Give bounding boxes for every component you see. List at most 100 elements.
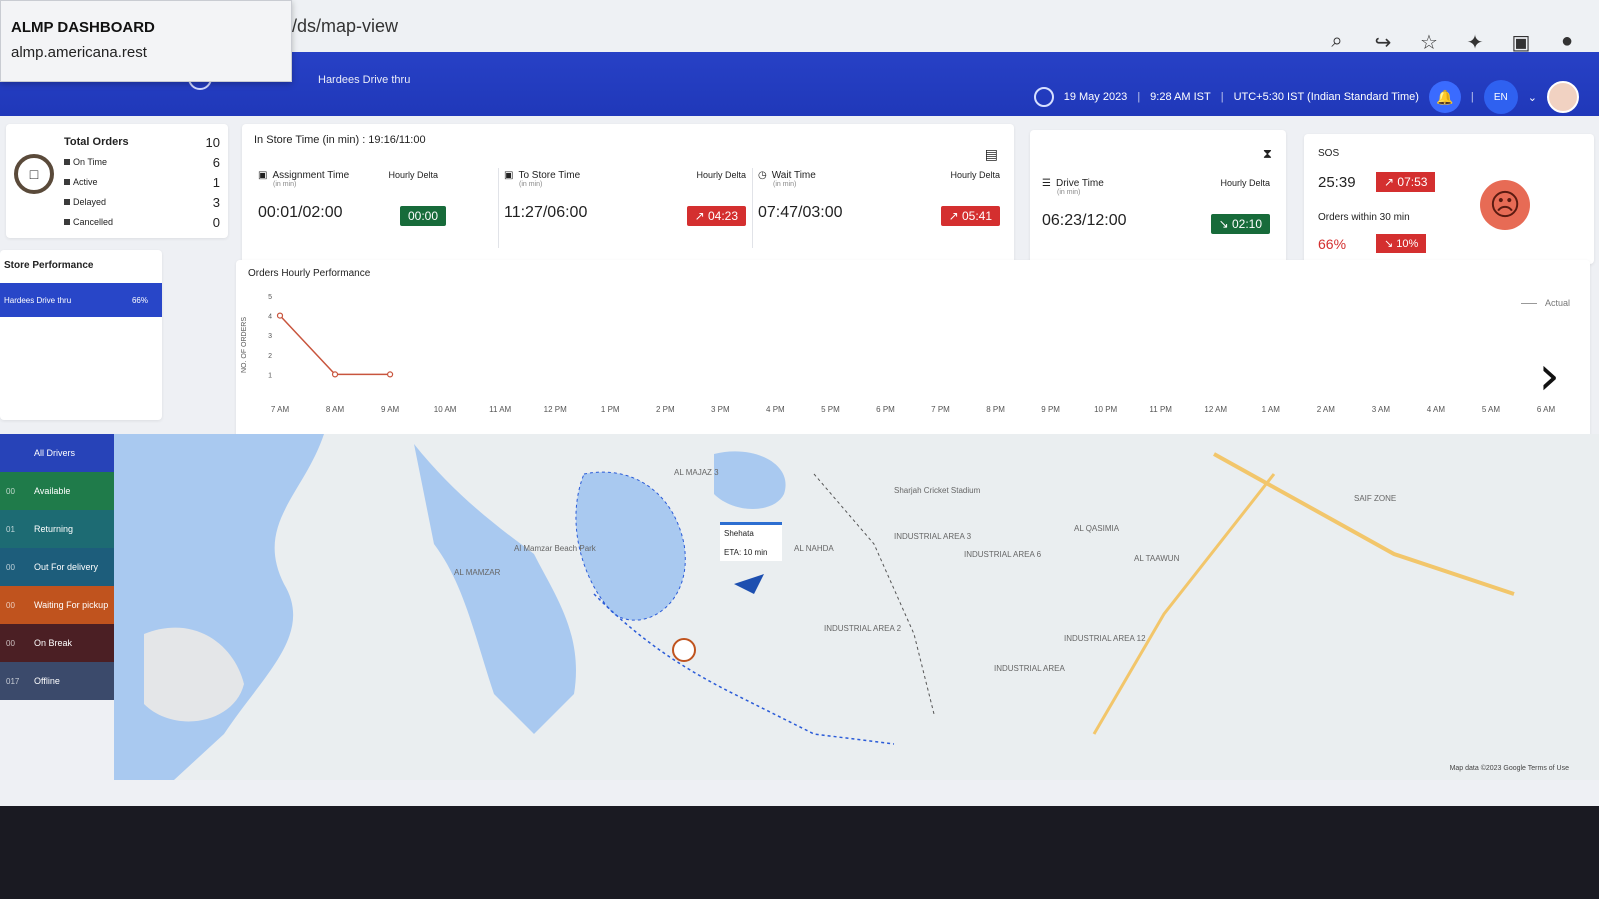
globe-icon [1033,87,1054,107]
driver-eta-callout[interactable]: Shehata ETA: 10 min [720,522,782,561]
orders-row-value: 0 [212,214,220,230]
map-label: AL MAJAZ 3 [674,468,719,477]
store-performance-item[interactable]: Hardees Drive thru 66% [0,283,162,317]
sos-card: SOS 25:39 ↗ 07:53 Orders within 30 min 6… [1304,134,1594,264]
x-tick-label: 5 PM [821,405,840,414]
data-point[interactable] [276,312,284,319]
delivery-map[interactable]: AL MAJAZ 3 INDUSTRIAL AREA 3 INDUSTRIAL … [114,434,1599,780]
orders-row: Active 1 [64,172,220,192]
driver-marker-icon[interactable] [734,574,764,594]
x-tick-label: 8 PM [986,405,1005,414]
callout-eta: ETA: 10 min [724,548,768,557]
driver-filter-label: Returning [34,524,74,534]
header-timezone: UTC+5:30 IST (Indian Standard Time) [1233,91,1419,103]
driver-filter-waiting-for-pickup[interactable]: 00 Waiting For pickup [0,586,114,624]
store-marker-icon[interactable] [672,638,696,662]
x-tick-label: 12 AM [1204,405,1227,414]
orders-row: Delayed 3 [64,192,220,212]
driver-filter-returning[interactable]: 01 Returning [0,510,114,548]
x-tick-label: 11 PM [1149,405,1172,414]
orders-row-value: 3 [212,194,220,210]
store-name: Hardees Drive thru [4,295,72,305]
address-bar[interactable]: /ds/map-view [292,16,398,37]
delta-badge: 00:00 [399,206,446,226]
header-time: 9:28 AM IST [1150,91,1211,103]
x-tick-label: 1 AM [1262,405,1281,414]
driver-filter-offline[interactable]: 017 Offline [0,662,114,700]
map-label: AL TAAWUN [1134,554,1180,563]
assignment-time-metric: ▣ Assignment Time (in min) 00:01/02:00 Ho… [258,170,508,226]
y-axis-label: NO. OF ORDERS [241,317,248,373]
driver-filter-out-for-delivery[interactable]: 00 Out For delivery [0,548,114,586]
orders-total-label: Total Orders [64,136,129,148]
delta-badge: ↗ 05:41 [940,206,1000,226]
driver-count: 017 [6,676,20,686]
hourglass-icon[interactable]: ⧗ [1263,146,1272,162]
tab-tooltip: ALMP DASHBOARD almp.americana.rest [0,0,292,82]
map-attribution[interactable]: Map data ©2023 Google Terms of Use [1450,765,1569,772]
x-tick-label: 7 AM [271,405,290,414]
chevron-down-icon[interactable]: ⌄ [1528,91,1537,104]
orders-row-label: Active [73,177,98,187]
header-right: 19 May 2023 | 9:28 AM IST | UTC+5:30 IST… [1033,80,1579,114]
data-point[interactable] [331,371,339,378]
metric-label: To Store Time [518,170,581,181]
orders-row-value: 6 [212,154,220,170]
driver-count: 01 [6,524,15,534]
wait-time-metric: ◷ Wait Time (in min) 07:47/03:00 Hourly D… [758,170,1008,226]
language-button[interactable]: EN [1483,80,1518,114]
separator: | [1220,91,1224,103]
orders-row-label: Cancelled [73,217,114,227]
driver-filter-label: Waiting For pickup [34,600,109,610]
delta-value: 10% [1396,238,1419,250]
driver-count: 00 [6,486,15,496]
metric-label: Drive Time [1055,178,1104,189]
avatar[interactable] [1547,81,1579,113]
chevron-right-icon[interactable]: › [1538,344,1560,407]
orders-row-value: 1 [212,174,220,190]
x-tick-label: 9 AM [381,405,400,414]
driver-filter-all[interactable]: All Drivers [0,434,114,472]
store-performance-card: Store Performance Hardees Drive thru 66% [0,250,162,420]
drivers-status-list: All Drivers 00 Available 01 Returning 00 Ou… [0,434,114,702]
calendar-icon[interactable]: ▤ [985,146,998,163]
metric-label: Assignment Time [272,170,350,181]
callout-driver-name: Shehata [724,529,754,538]
map-label: AL QASIMIA [1074,524,1120,533]
data-point[interactable] [386,371,394,378]
x-tick-label: 11 AM [489,405,511,414]
store-selector[interactable]: Hardees Drive thru [318,74,410,86]
x-tick-label: 10 PM [1094,405,1117,414]
metric-unit: (in min) [773,181,797,188]
orders-total-value: 10 [205,134,220,150]
hourly-delta-label: Hourly Delta [1220,178,1270,188]
map-label: INDUSTRIAL AREA [994,664,1065,673]
car-icon: ☰ [1042,178,1051,189]
driver-filter-available[interactable]: 00 Available [0,472,114,510]
clipboard-icon: ▣ [258,170,268,181]
screen-bezel [0,806,1599,899]
x-tick-label: 12 PM [544,405,567,414]
store-icon: ▣ [504,170,514,181]
sos-time: 25:39 [1318,174,1356,191]
map-svg [114,434,1515,780]
map-label: Sharjah Cricket Stadium [894,486,981,495]
clock-icon: ◷ [758,170,767,181]
x-tick-label: 7 PM [931,405,950,414]
orders-list: Total Orders 10 On Time 6 Active 1 Delay… [64,132,220,232]
dashboard-content: □ Total Orders 10 On Time 6 Active 1 Del… [0,116,1599,806]
bell-icon[interactable]: 🔔 [1428,81,1461,113]
y-tick-label: 4 [268,314,272,321]
driver-count: 00 [6,638,15,648]
hourly-delta-label: Hourly Delta [696,170,746,180]
sad-face-icon: ☹ [1480,180,1530,230]
metric-unit: (in min) [273,181,297,188]
pct-delta-badge: ↘ 10% [1376,234,1427,253]
drive-time-metric: ☰ Drive Time (in min) 06:23/12:00 Hourly … [1042,178,1278,234]
legend-swatch [64,199,70,205]
delta-value: 05:41 [961,209,992,223]
driver-filter-label: On Break [34,638,73,648]
legend-swatch [64,179,70,185]
driver-filter-on-break[interactable]: 00 On Break [0,624,114,662]
map-label: INDUSTRIAL AREA 6 [964,550,1042,559]
